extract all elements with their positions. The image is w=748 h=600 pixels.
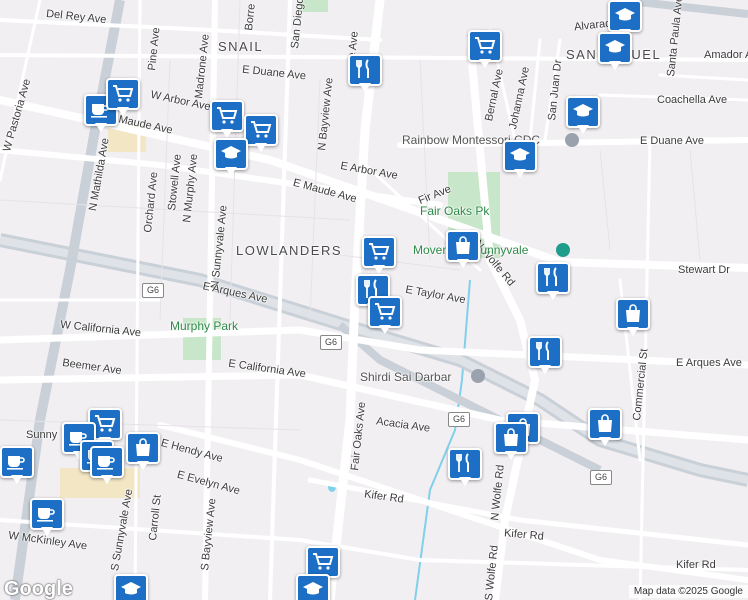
highway-shield: G6 [590,470,612,485]
cafe-pin-icon[interactable] [0,446,34,486]
restaurant-pin-icon[interactable] [528,336,562,376]
shopping-pin-icon[interactable] [494,422,528,462]
street-label-sunny: Sunny [26,429,58,441]
temple-marker-icon[interactable] [471,369,485,383]
school-pin-icon[interactable] [296,574,330,600]
grocery-pin-icon[interactable] [368,296,402,336]
highway-shield: G6 [142,283,164,298]
restaurant-pin-icon[interactable] [348,54,382,94]
area-label-lowlanders: LOWLANDERS [236,243,343,258]
grocery-pin-icon[interactable] [362,236,396,276]
shopping-pin-icon[interactable] [588,408,622,448]
restaurant-pin-icon[interactable] [448,448,482,488]
street-label-amador: Amador Av [704,49,748,61]
school-pin-icon[interactable] [503,140,537,180]
school-pin-icon[interactable] [566,96,600,136]
cafe-pin-icon[interactable] [30,498,64,538]
restaurant-pin-icon[interactable] [536,262,570,302]
movement-marker-icon[interactable] [556,243,570,257]
poi-label-murphy-park[interactable]: Murphy Park [170,320,238,332]
street-label-stewart: Stewart Dr [678,264,730,276]
shopping-pin-icon[interactable] [446,230,480,270]
shopping-pin-icon[interactable] [126,432,160,472]
google-logo: Google [4,578,73,600]
area-label-snail: SNAIL [218,39,264,54]
highway-shield: G6 [320,335,342,350]
highway-shield: G6 [448,412,470,427]
map-canvas[interactable]: SNAIL LOWLANDERS SAN MIGUEL Del Rey Ave … [0,0,748,600]
grocery-pin-icon[interactable] [106,78,140,118]
grocery-pin-icon[interactable] [244,114,278,154]
shopping-pin-icon[interactable] [616,298,650,338]
grocery-pin-icon[interactable] [468,30,502,70]
school-pin-icon[interactable] [214,138,248,178]
cafe-pin-icon[interactable] [90,446,124,486]
school-pin-icon[interactable] [598,32,632,72]
street-label-kifer-3: Kifer Rd [676,559,716,571]
street-label-e-duane-east: E Duane Ave [640,135,705,147]
grocery-pin-icon[interactable] [210,100,244,140]
poi-label-shirdi-sai-darbar[interactable]: Shirdi Sai Darbar [360,371,451,383]
street-label-coachella: Coachella Ave [657,94,728,106]
street-label-e-arques-east: E Arques Ave [676,357,742,369]
school-pin-icon[interactable] [114,574,148,600]
map-attribution[interactable]: Map data ©2025 Google [628,585,748,598]
poi-label-fair-oaks-park[interactable]: Fair Oaks Pk [420,205,489,217]
